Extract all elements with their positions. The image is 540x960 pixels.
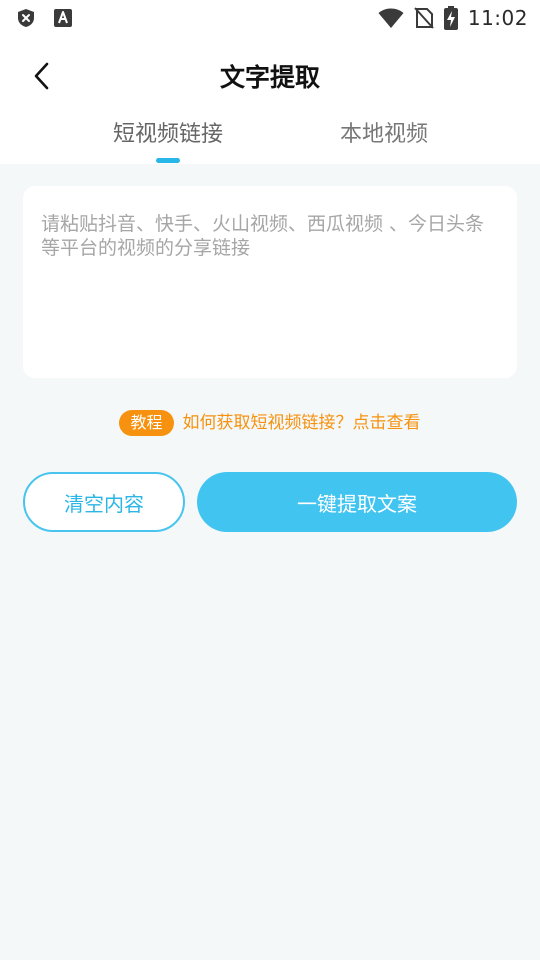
tutorial-badge: 教程: [119, 410, 174, 436]
status-icons: 11:02: [378, 4, 528, 32]
page-title: 文字提取: [219, 63, 320, 92]
tutorial-link[interactable]: 如何获取短视频链接？点击查看: [183, 409, 421, 437]
tab-short-video-link[interactable]: 短视频链接: [88, 118, 248, 152]
shield-x-icon: [16, 8, 36, 28]
tab-active-indicator: [156, 158, 180, 163]
clear-content-button[interactable]: 清空内容: [23, 472, 185, 532]
font-a-icon: [53, 8, 73, 28]
tab-local-video[interactable]: 本地视频: [304, 118, 464, 152]
link-input[interactable]: [41, 212, 499, 352]
status-bar: 11:02: [0, 0, 540, 36]
tutorial-row: 教程 如何获取短视频链接？点击查看: [0, 409, 540, 437]
battery-charging-icon: [443, 6, 458, 30]
no-sim-icon: [414, 7, 434, 29]
link-input-card: [23, 186, 517, 378]
extract-text-button[interactable]: 一键提取文案: [197, 472, 517, 532]
status-time: 11:02: [467, 6, 528, 30]
wifi-icon: [378, 7, 404, 29]
